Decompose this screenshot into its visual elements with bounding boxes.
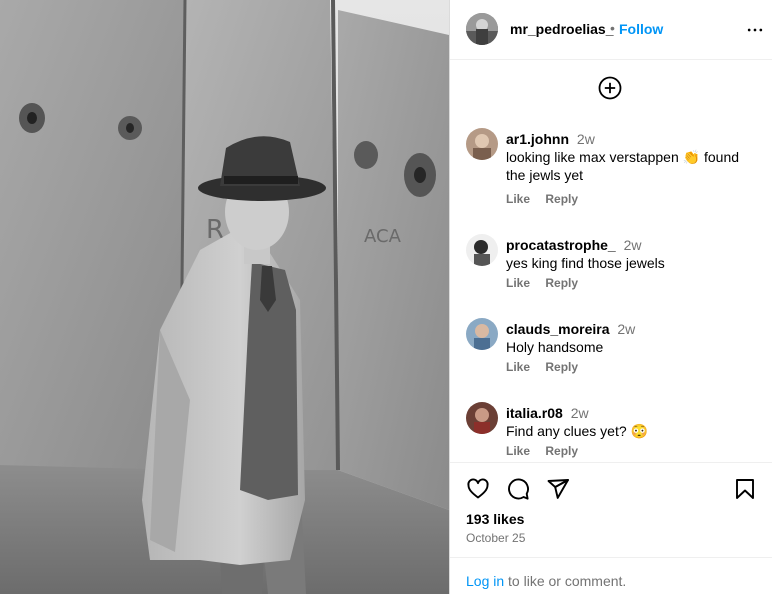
clapping-emoji: 👏 [682, 149, 701, 165]
comment-actions: Like Reply [506, 192, 590, 206]
comment-time[interactable]: 2w [624, 237, 642, 253]
comment-reply-button[interactable]: Reply [545, 192, 578, 206]
comment-username[interactable]: italia.r08 [506, 405, 563, 421]
avatar-image [466, 402, 498, 434]
comment-like-button[interactable]: Like [506, 360, 530, 374]
post-image: R ACA [0, 0, 449, 594]
commenter-avatar[interactable] [466, 234, 498, 266]
follow-button[interactable]: Follow [619, 21, 663, 37]
comment-icon[interactable] [506, 477, 530, 501]
comment-reply-button[interactable]: Reply [545, 276, 578, 290]
comment-body: Find any clues yet? [506, 423, 631, 439]
author-username[interactable]: mr_pedroelias_ [510, 21, 614, 37]
post-header: mr_pedroelias_ • Follow [450, 0, 772, 60]
avatar-image [466, 234, 498, 266]
comment-text: ar1.johnn 2w looking like max verstappen… [506, 130, 756, 184]
comment-actions: Like Reply [506, 444, 590, 458]
svg-text:ACA: ACA [364, 226, 402, 247]
post-side-panel: mr_pedroelias_ • Follow ar1.johnn 2w loo… [449, 0, 772, 594]
comment-like-button[interactable]: Like [506, 192, 530, 206]
login-link[interactable]: Log in [466, 573, 504, 589]
avatar-image [466, 13, 498, 45]
comment-time[interactable]: 2w [571, 405, 589, 421]
post-date[interactable]: October 25 [466, 531, 525, 545]
more-options-icon[interactable] [745, 20, 765, 40]
comment-text: procatastrophe_ 2w yes king find those j… [506, 236, 756, 272]
comment-item: clauds_moreira 2w Holy handsome Like Rep… [450, 310, 772, 380]
heart-icon[interactable] [466, 477, 490, 501]
likes-count[interactable]: 193 likes [466, 511, 524, 527]
comment-username[interactable]: ar1.johnn [506, 131, 569, 147]
comment-username[interactable]: procatastrophe_ [506, 237, 616, 253]
comment-body: yes king find those jewels [506, 255, 665, 271]
comment-text: italia.r08 2w Find any clues yet? 😳 [506, 404, 756, 440]
commenter-avatar[interactable] [466, 318, 498, 350]
comment-text: clauds_moreira 2w Holy handsome [506, 320, 756, 356]
comment-actions: Like Reply [506, 276, 590, 290]
avatar-image [466, 318, 498, 350]
share-icon[interactable] [546, 477, 570, 501]
comment-item: ar1.johnn 2w looking like max verstappen… [450, 120, 772, 206]
separator-dot: • [610, 20, 615, 36]
add-comment-icon[interactable] [598, 76, 622, 100]
comment-reply-button[interactable]: Reply [545, 360, 578, 374]
bookmark-icon[interactable] [733, 477, 757, 501]
flushed-emoji: 😳 [630, 423, 648, 439]
commenter-avatar[interactable] [466, 402, 498, 434]
comment-like-button[interactable]: Like [506, 444, 530, 458]
post-photo[interactable]: R ACA [0, 0, 449, 594]
avatar-image [466, 128, 498, 160]
comment-reply-button[interactable]: Reply [545, 444, 578, 458]
commenter-avatar[interactable] [466, 128, 498, 160]
login-prompt: Log in to like or comment. [450, 557, 772, 594]
comment-time[interactable]: 2w [577, 131, 595, 147]
comment-item: italia.r08 2w Find any clues yet? 😳 Like… [450, 394, 772, 464]
comment-time[interactable]: 2w [617, 321, 635, 337]
comment-username[interactable]: clauds_moreira [506, 321, 610, 337]
author-avatar[interactable] [466, 13, 498, 45]
comment-like-button[interactable]: Like [506, 276, 530, 290]
login-prompt-text: to like or comment. [504, 573, 627, 589]
post-action-bar: 193 likes October 25 Log in to like or c… [450, 462, 772, 594]
comment-body: Holy handsome [506, 339, 604, 355]
comment-body: looking like max verstappen [506, 149, 683, 165]
comment-item: procatastrophe_ 2w yes king find those j… [450, 226, 772, 296]
comment-actions: Like Reply [506, 360, 590, 374]
